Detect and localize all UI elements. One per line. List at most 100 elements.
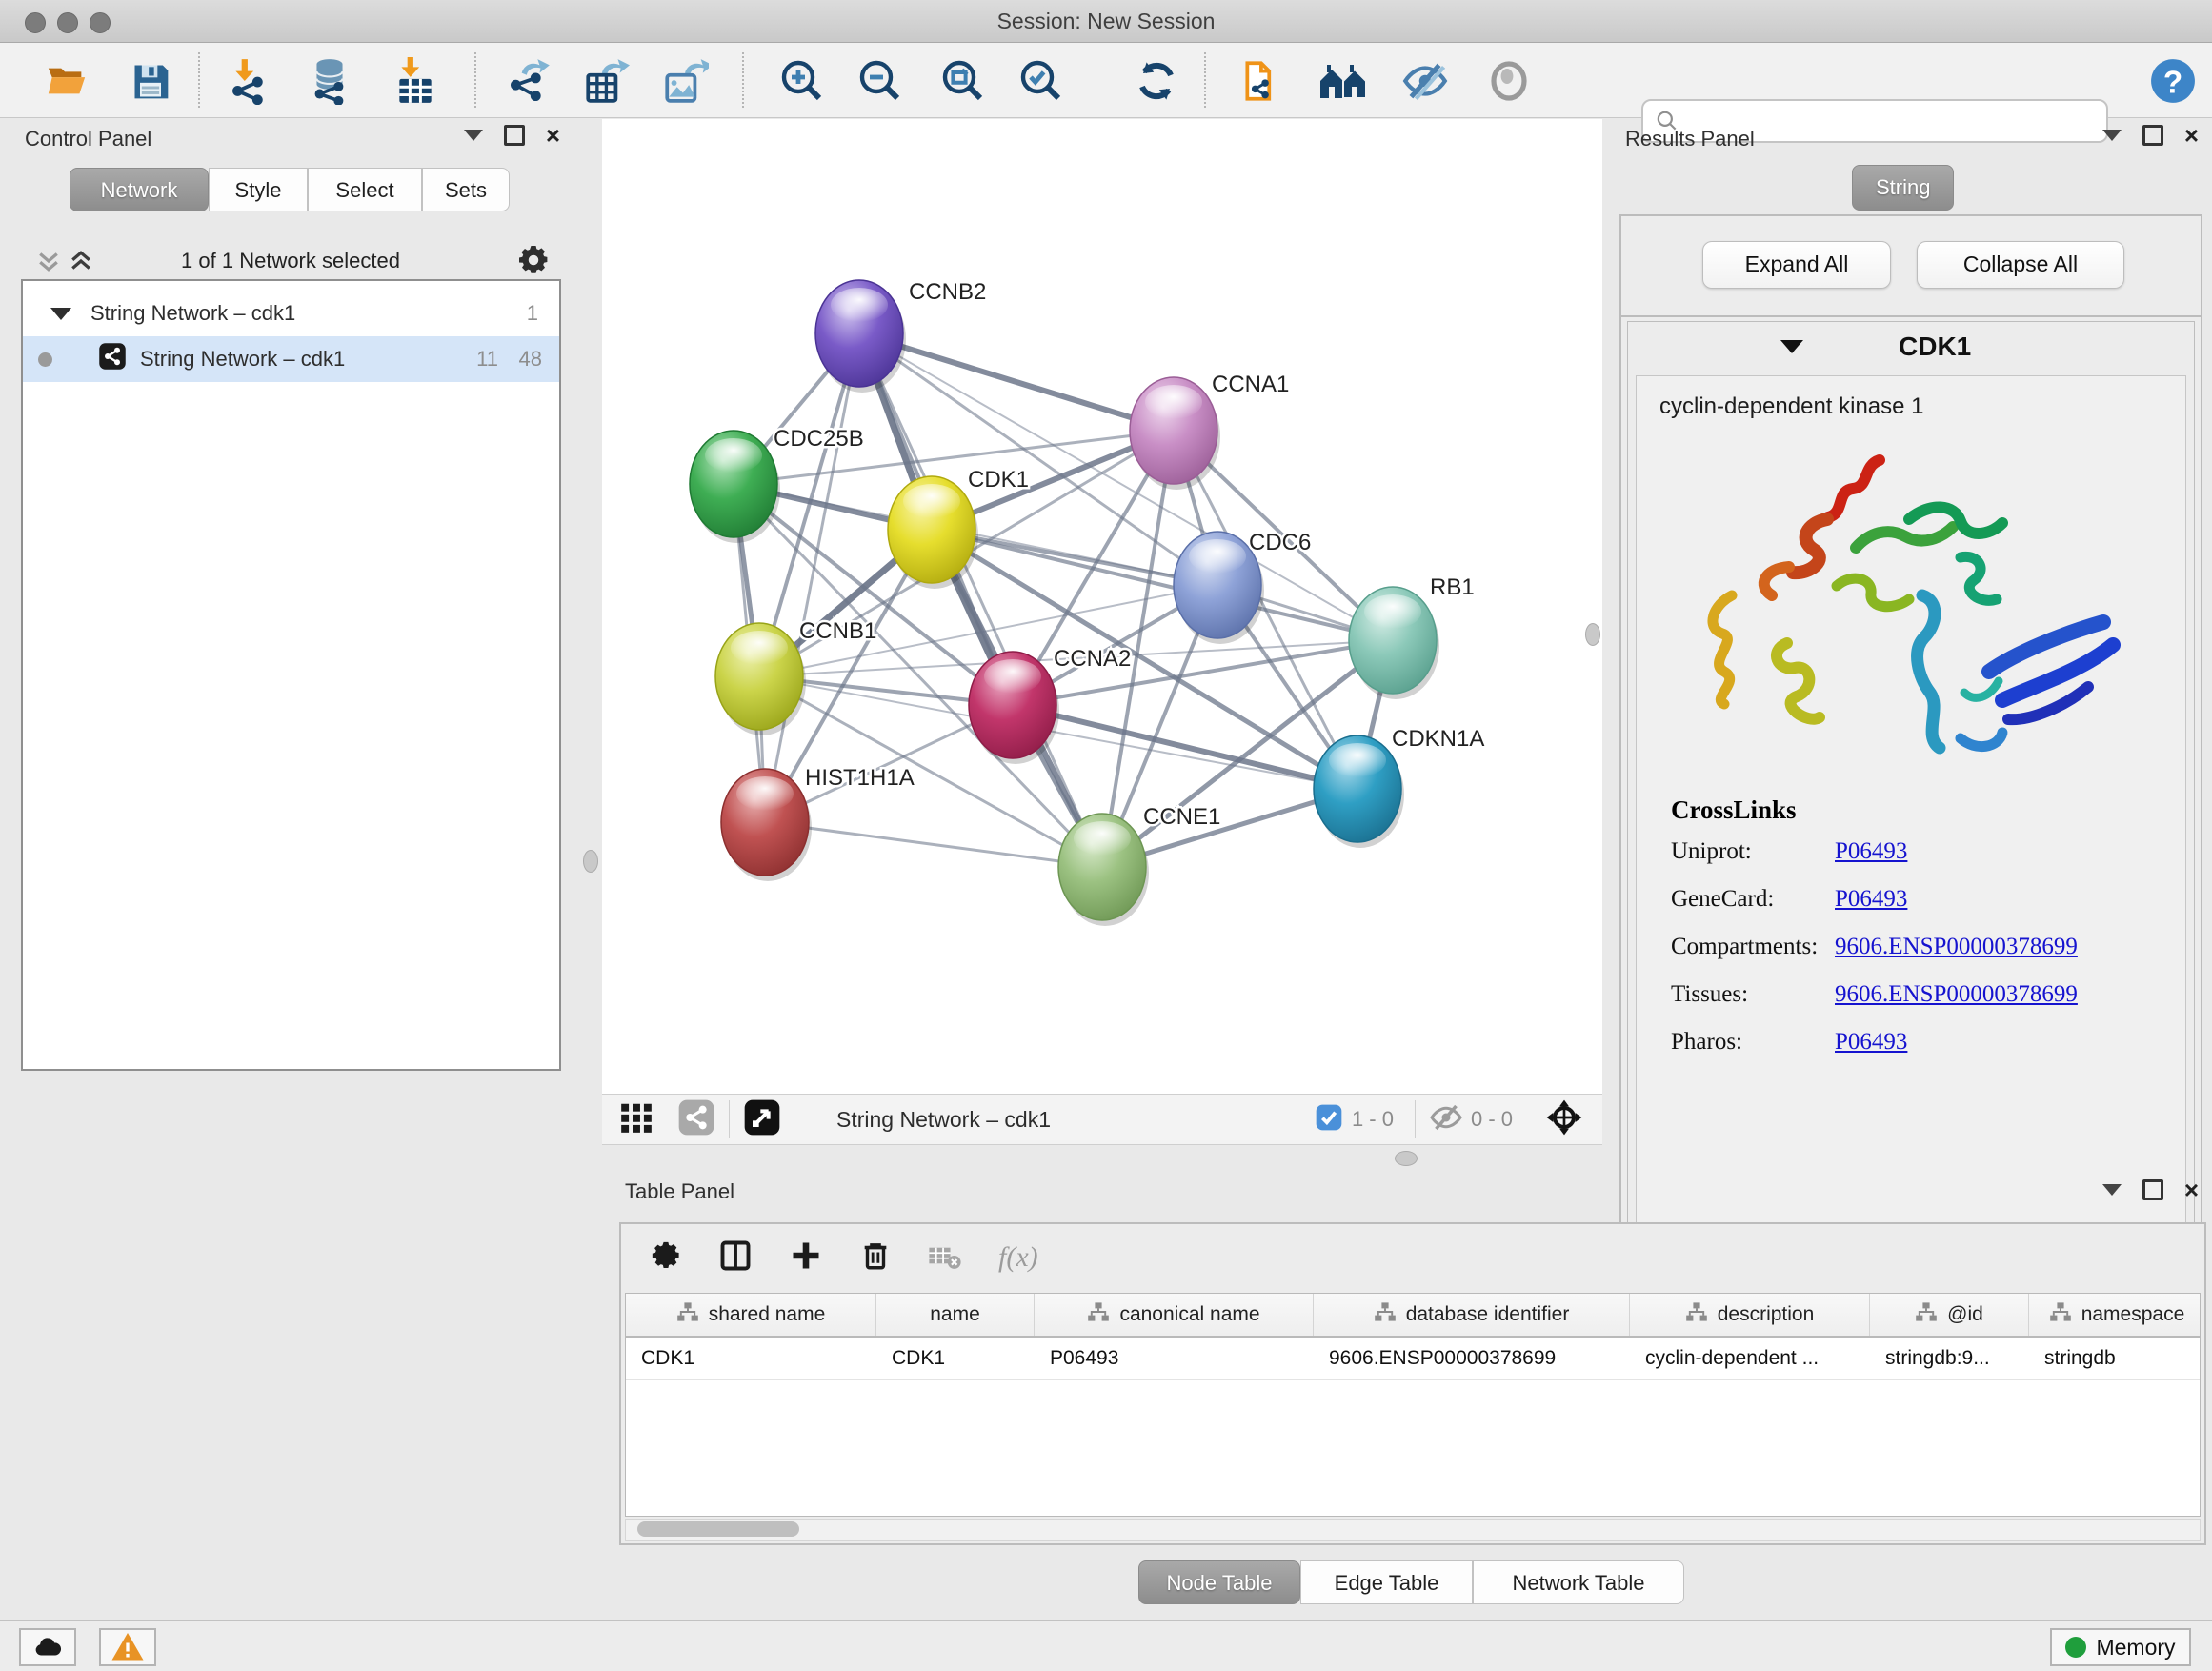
panel-menu-icon[interactable] [464, 130, 483, 141]
zoom-fit-button[interactable] [937, 56, 987, 106]
tab-style[interactable]: Style [209, 168, 308, 211]
node-cdc25b[interactable] [690, 431, 780, 543]
expand-all-button[interactable]: Expand All [1702, 241, 1891, 289]
memory-button[interactable]: Memory [2050, 1628, 2191, 1666]
tab-string[interactable]: String [1852, 165, 1954, 211]
network-view[interactable]: CCNB2CCNA1CDC25BCDK1CDC6RB1CCNB1CCNA2CDK… [602, 119, 1602, 1094]
edge-hist1h1a-ccne1[interactable] [765, 822, 1102, 867]
tab-network-table[interactable]: Network Table [1473, 1560, 1684, 1604]
entry-header[interactable]: CDK1 [1628, 322, 2194, 372]
edge-ccnb2-hist1h1a[interactable] [765, 333, 859, 822]
table-cell[interactable]: stringdb:9... [1870, 1338, 2029, 1379]
entry-gene-name: CDK1 [1899, 332, 1971, 362]
column-header-canonical-name[interactable]: canonical name [1035, 1294, 1314, 1336]
add-column-icon[interactable] [789, 1238, 823, 1278]
table-options-gear-icon[interactable] [650, 1239, 682, 1277]
table-cell[interactable]: CDK1 [626, 1338, 876, 1379]
tab-node-table[interactable]: Node Table [1138, 1560, 1300, 1604]
export-network-button[interactable] [505, 56, 554, 106]
close-panel-icon[interactable]: × [546, 126, 560, 145]
import-table-button[interactable] [391, 56, 440, 106]
node-cdk1[interactable] [888, 476, 978, 589]
network-options-gear-icon[interactable] [516, 243, 551, 282]
crosslink-value-link[interactable]: 9606.ENSP00000378699 [1835, 934, 2078, 960]
node-label-cdk1: CDK1 [968, 467, 1029, 493]
node-ccne1[interactable] [1058, 814, 1149, 926]
edge-ccna2-cdkn1a[interactable] [1013, 705, 1357, 789]
zoom-out-button[interactable] [855, 56, 904, 106]
export-image-button[interactable] [660, 56, 710, 106]
import-network-file-button[interactable] [225, 56, 274, 106]
tab-select[interactable]: Select [308, 168, 422, 211]
scrollbar-thumb[interactable] [637, 1521, 799, 1537]
tab-sets[interactable]: Sets [422, 168, 510, 211]
collapse-entry-icon[interactable] [1780, 340, 1803, 353]
collapse-collection-icon[interactable] [50, 308, 71, 320]
cloud-button[interactable] [19, 1628, 76, 1666]
close-panel-icon[interactable]: × [2184, 126, 2199, 145]
save-session-button[interactable] [126, 56, 175, 106]
collapse-all-button[interactable]: Collapse All [1917, 241, 2124, 289]
node-hist1h1a[interactable] [721, 769, 812, 881]
crosslink-value-link[interactable]: P06493 [1835, 886, 1907, 913]
birds-eye-view-icon[interactable] [743, 1098, 781, 1141]
table-cell[interactable]: 9606.ENSP00000378699 [1314, 1338, 1630, 1379]
node-rb1[interactable] [1349, 587, 1439, 699]
table-row[interactable]: CDK1CDK1P064939606.ENSP00000378699cyclin… [626, 1338, 2200, 1380]
clone-network-button[interactable] [1238, 56, 1288, 106]
table-cell[interactable]: stringdb [2029, 1338, 2201, 1379]
close-panel-icon[interactable]: × [2184, 1180, 2199, 1199]
control-panel-tabs: NetworkStyleSelectSets [70, 168, 510, 211]
help-button[interactable]: ? [2148, 56, 2198, 106]
crosslink-row: Uniprot:P06493 [1671, 838, 2166, 865]
show-eye-button[interactable] [1484, 56, 1534, 106]
horizontal-splitter-handle[interactable] [1395, 1151, 1418, 1166]
column-header-description[interactable]: description [1630, 1294, 1870, 1336]
column-header--id[interactable]: @id [1870, 1294, 2029, 1336]
column-header-namespace[interactable]: namespace [2029, 1294, 2201, 1336]
node-ccnb2[interactable] [815, 280, 906, 393]
hide-unhide-button[interactable] [1400, 56, 1450, 106]
fit-selected-crosshair-icon[interactable] [1545, 1098, 1583, 1141]
crosslink-value-link[interactable]: P06493 [1835, 1029, 1907, 1056]
zoom-selected-button[interactable] [1016, 56, 1065, 106]
tab-network[interactable]: Network [70, 168, 209, 211]
delete-column-trash-icon[interactable] [859, 1239, 892, 1277]
grid-view-icon[interactable] [618, 1099, 654, 1140]
float-panel-icon[interactable] [2142, 1179, 2163, 1200]
export-table-button[interactable] [581, 56, 631, 106]
tab-edge-table[interactable]: Edge Table [1300, 1560, 1473, 1604]
warnings-button[interactable] [99, 1628, 156, 1666]
right-splitter-handle[interactable] [1585, 623, 1600, 646]
import-network-database-button[interactable] [305, 56, 354, 106]
crosslink-value-link[interactable]: P06493 [1835, 838, 1907, 865]
open-session-button[interactable] [42, 56, 91, 106]
show-columns-icon[interactable] [718, 1238, 753, 1278]
left-splitter-handle[interactable] [583, 850, 598, 873]
column-header-name[interactable]: name [876, 1294, 1035, 1336]
network-collection-row[interactable]: String Network – cdk1 1 [23, 291, 559, 336]
result-entry-cdk1: CDK1 cyclin-dependent kinase 1 [1627, 321, 2195, 1268]
panel-menu-icon[interactable] [2102, 1184, 2122, 1196]
node-ccna2[interactable] [969, 652, 1059, 764]
refresh-view-button[interactable] [1132, 56, 1181, 106]
table-horizontal-scrollbar[interactable] [625, 1519, 2201, 1541]
column-header-database-identifier[interactable]: database identifier [1314, 1294, 1630, 1336]
node-ccnb1[interactable] [715, 623, 806, 735]
network-graph[interactable]: CCNB2CCNA1CDC25BCDK1CDC6RB1CCNB1CCNA2CDK… [602, 119, 1602, 1094]
panel-menu-icon[interactable] [2102, 130, 2122, 141]
float-panel-icon[interactable] [2142, 125, 2163, 146]
edge-ccnb2-ccna1[interactable] [859, 333, 1174, 431]
node-cdkn1a[interactable] [1314, 735, 1404, 848]
node-ccna1[interactable] [1130, 377, 1220, 490]
float-panel-icon[interactable] [504, 125, 525, 146]
home-button[interactable] [1318, 56, 1368, 106]
crosslink-value-link[interactable]: 9606.ENSP00000378699 [1835, 981, 2078, 1008]
table-cell[interactable]: cyclin-dependent ... [1630, 1338, 1870, 1379]
table-cell[interactable]: P06493 [1035, 1338, 1314, 1379]
network-row-selected[interactable]: String Network – cdk1 11 48 [23, 336, 559, 382]
table-cell[interactable]: CDK1 [876, 1338, 1035, 1379]
network-share-icon[interactable] [677, 1098, 715, 1141]
zoom-in-button[interactable] [776, 56, 826, 106]
column-header-shared-name[interactable]: shared name [626, 1294, 876, 1336]
